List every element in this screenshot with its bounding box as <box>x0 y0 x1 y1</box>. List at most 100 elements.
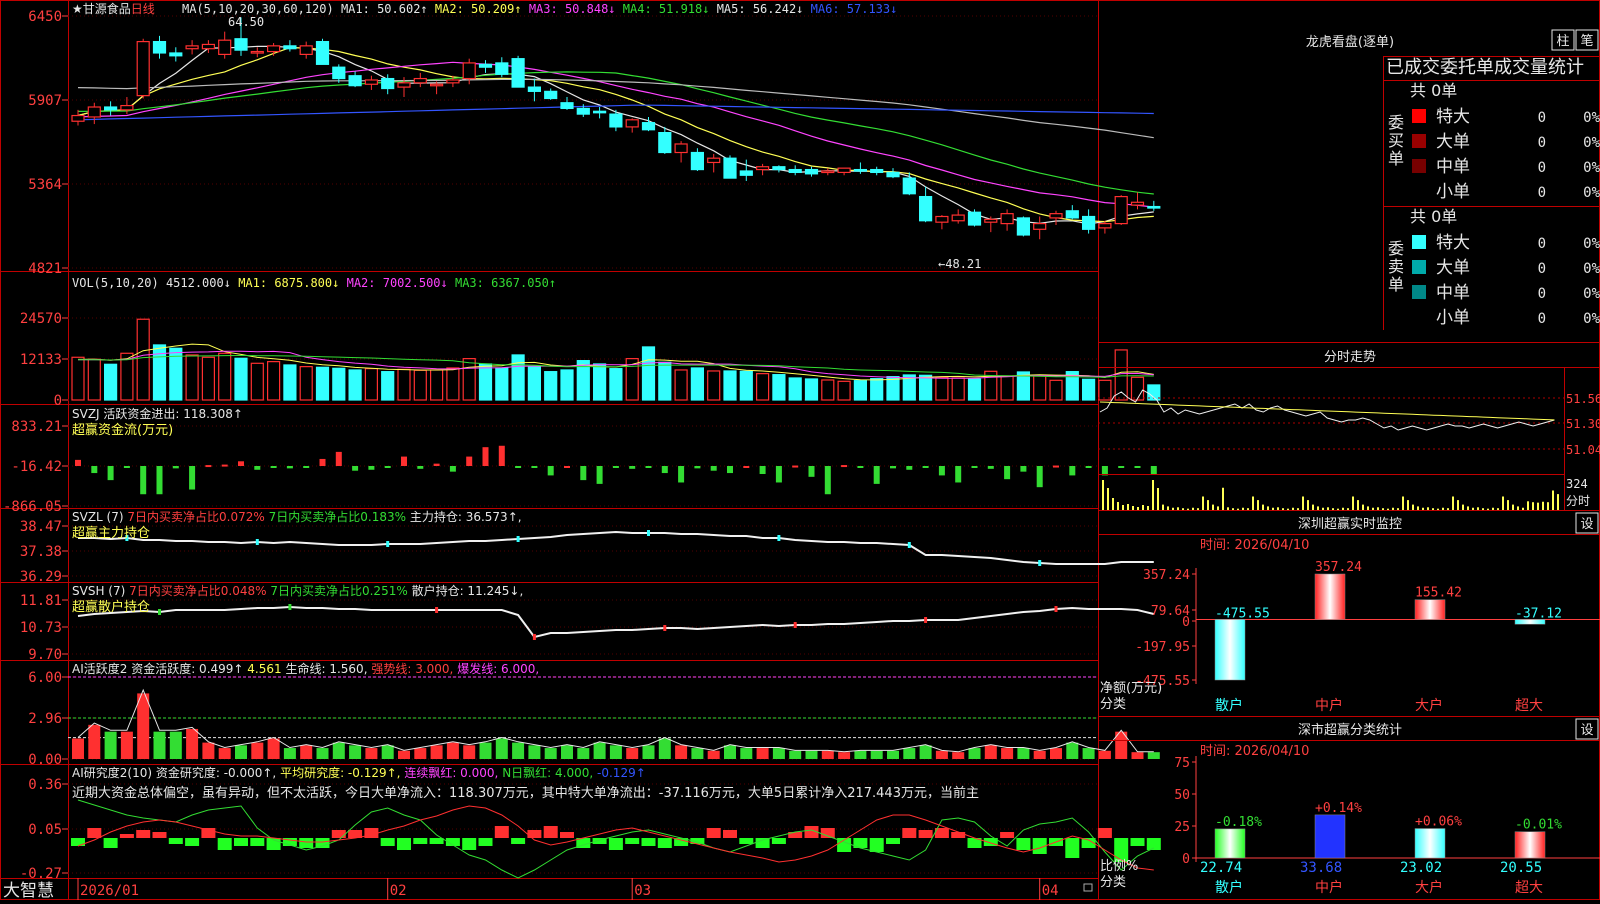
candle-body[interactable] <box>152 40 167 54</box>
candle-body[interactable] <box>315 40 330 65</box>
candle-body[interactable] <box>592 110 607 114</box>
intraday-panel[interactable]: 分时走势 51.56 51.30 51.04 324 分时 <box>1098 349 1600 510</box>
candle-body[interactable] <box>103 106 118 111</box>
svzj-bar <box>172 466 179 469</box>
candle-body[interactable] <box>348 75 362 87</box>
candle-body[interactable] <box>120 104 134 111</box>
candle-body[interactable] <box>658 132 672 154</box>
candle-body[interactable] <box>544 90 558 100</box>
ai-active-panel[interactable]: 6.00 2.96 0.00 AI活跃度2 资金活跃度: 0.499↑ 4.561 … <box>28 661 1160 768</box>
ai-active-bar <box>479 742 492 759</box>
candle-body[interactable] <box>283 45 297 50</box>
svsh-panel[interactable]: 11.81 10.73 9.70 SVSH (7) 7日内买卖净占比0.048% 7… <box>20 583 1155 663</box>
category-bar[interactable] <box>1414 599 1446 620</box>
candle-body[interactable] <box>690 151 705 171</box>
candle-body[interactable] <box>1081 215 1096 230</box>
candle-body[interactable] <box>723 157 737 179</box>
svzl-panel[interactable]: 38.47 37.38 36.29 SVZL (7) 7日内买卖净占比0.072% … <box>20 509 1154 585</box>
candle-body[interactable] <box>413 77 427 84</box>
candle-body[interactable] <box>1130 201 1145 206</box>
shenzhen-classification[interactable]: 深市超赢分类统计 设 时间: 2026/04/10 75 50 25 0 比例%分类 -0… <box>1098 718 1600 896</box>
lock-icon[interactable] <box>1083 883 1093 892</box>
candle-body[interactable] <box>299 45 313 55</box>
candle-body[interactable] <box>641 122 656 131</box>
candle-body[interactable] <box>1114 195 1128 225</box>
candle-body[interactable] <box>332 66 346 80</box>
category-bar[interactable] <box>1314 573 1346 620</box>
candle-body[interactable] <box>201 43 215 50</box>
candlesticks[interactable] <box>71 17 1161 240</box>
candle-body[interactable] <box>870 168 884 174</box>
stock-chart[interactable]: 6450 5907 5364 4821 ★甘源食品日线 MA(5,10,20,30,6… <box>0 0 1600 901</box>
volume-panel[interactable]: 24570 12133 0 VOL(5,10,20) 4512.000↓ MA1: … <box>20 276 1161 409</box>
candle-body[interactable] <box>707 157 721 164</box>
intraday-vol-bar <box>1507 500 1509 510</box>
candle-body[interactable] <box>169 52 183 57</box>
candle-body[interactable] <box>886 171 900 178</box>
candle-body[interactable] <box>576 107 590 115</box>
intraday-vol-bar <box>1232 508 1234 510</box>
volume-bar <box>120 352 134 401</box>
volume-bar <box>283 364 297 401</box>
candle-body[interactable] <box>951 214 965 222</box>
candle-body[interactable] <box>71 114 85 122</box>
candle-body[interactable] <box>478 63 493 68</box>
ma-line <box>77 71 1154 195</box>
candle-body[interactable] <box>902 177 916 195</box>
candle-body[interactable] <box>837 167 851 174</box>
candle-body[interactable] <box>1000 213 1014 225</box>
candle-body[interactable] <box>853 168 868 172</box>
ai-active-bar <box>398 750 410 759</box>
candle-body[interactable] <box>462 62 476 80</box>
candle-body[interactable] <box>430 83 444 87</box>
candle-body[interactable] <box>250 50 264 54</box>
candle-body[interactable] <box>788 168 802 174</box>
candle-body[interactable] <box>1033 223 1047 230</box>
candle-body[interactable] <box>772 166 786 171</box>
category-bar[interactable] <box>1514 831 1546 859</box>
candle-body[interactable] <box>560 102 574 110</box>
ai-active-bar <box>691 748 704 759</box>
ai-research-bars <box>71 799 1161 879</box>
candle-body[interactable] <box>218 39 232 55</box>
candle-body[interactable] <box>1016 217 1031 236</box>
candle-body[interactable] <box>381 77 395 90</box>
candle-body[interactable] <box>234 38 248 51</box>
category-bar[interactable] <box>1314 814 1346 859</box>
candle-body[interactable] <box>935 215 949 223</box>
candle-body[interactable] <box>674 143 688 154</box>
candle-body[interactable] <box>755 166 770 171</box>
candle-body[interactable] <box>1098 223 1112 229</box>
svzj-panel[interactable]: 833.21 -16.42 -866.05 SVZJ 活跃资金进出: 118.308… <box>3 406 1157 515</box>
category-bar[interactable] <box>1414 828 1446 859</box>
candle-body[interactable] <box>967 211 982 226</box>
ai-research-panel[interactable]: 0.36 0.05 -0.27 AI研究度2(10) 资金研究度: -0.000↑,… <box>20 765 1161 882</box>
candle-body[interactable] <box>918 195 933 222</box>
candle-body[interactable] <box>511 58 525 88</box>
candle-body[interactable] <box>185 45 199 50</box>
candle-body[interactable] <box>267 45 281 53</box>
y-tick-label: 10.73 <box>20 620 62 636</box>
candle-body[interactable] <box>821 170 835 174</box>
candle-body[interactable] <box>984 218 998 223</box>
volume-bar <box>218 352 232 401</box>
category-bar[interactable] <box>1214 619 1246 681</box>
candle-body[interactable] <box>1147 205 1161 209</box>
category-bar[interactable] <box>1214 828 1246 859</box>
candle-body[interactable] <box>495 62 509 75</box>
candle-body[interactable] <box>136 40 150 97</box>
candle-body[interactable] <box>739 170 753 176</box>
candle-body[interactable] <box>625 119 639 128</box>
candle-body[interactable] <box>1049 213 1063 219</box>
candle-body[interactable] <box>397 82 411 88</box>
candle-body[interactable] <box>364 79 378 85</box>
candle-body[interactable] <box>527 86 542 92</box>
candle-body[interactable] <box>446 79 460 84</box>
shenzhen-monitor[interactable]: 深圳超赢实时监控 设 时间: 2026/04/10 357.2479.640-1… <box>1098 512 1600 714</box>
price-panel[interactable]: 6450 5907 5364 4821 ★甘源食品日线 MA(5,10,20,30,6… <box>28 1 1161 277</box>
candle-body[interactable] <box>609 113 623 128</box>
candle-body[interactable] <box>1065 210 1079 219</box>
dragon-board[interactable]: 龙虎看盘(逐单) 柱 笔 已成交委托单成交量统计 共 0单委买单特大 0 0%大单 0… <box>1306 29 1600 330</box>
candle-body[interactable] <box>87 106 101 118</box>
candle-body[interactable] <box>804 168 819 175</box>
